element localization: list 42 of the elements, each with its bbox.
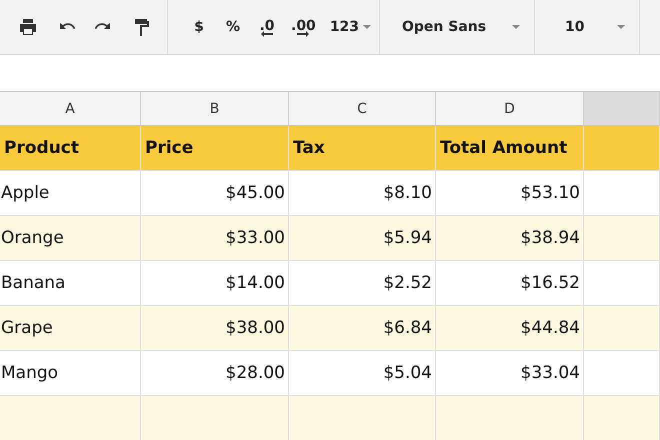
table-cell: $28.00 [141,351,289,396]
table-cell: $2.52 [289,261,436,306]
caret-icon [363,25,372,29]
table-cell: Grape [0,306,141,351]
table-header-cell: Price [141,126,289,171]
arrow-icon [261,30,273,36]
table-header-cell: Product [0,126,141,171]
table-cell: $53.10 [436,171,584,216]
column-header[interactable]: B [141,92,289,126]
table-header-cell: Tax [289,126,436,171]
table-cell: $33.04 [436,351,584,396]
format-button[interactable]: % [218,15,248,39]
font-size-dropdown[interactable]: 10 [535,0,640,54]
table-cell: $45.00 [141,171,289,216]
table-cell: $8.10 [289,171,436,216]
table-cell: $6.84 [289,306,436,351]
caret-icon [512,25,520,29]
decimal-button[interactable]: .0 [252,14,282,40]
table-cell: $5.04 [289,351,436,396]
column-header[interactable]: A [0,92,141,126]
table-cell: $44.84 [436,306,584,351]
format-button[interactable]: $ [184,15,214,39]
paint-roller-icon[interactable] [132,17,152,37]
decimal-button[interactable]: .00 [286,14,321,40]
table-cell: $14.00 [141,261,289,306]
table-header-cell: Total Amount [436,126,584,171]
table-cell: $33.00 [141,216,289,261]
table-cell: Banana [0,261,141,306]
arrow-icon [297,30,310,36]
print-icon[interactable] [18,17,38,37]
table-cell: Mango [0,351,141,396]
table-cell: Orange [0,216,141,261]
font-dropdown[interactable]: Open Sans [380,0,535,54]
table-cell: $16.52 [436,261,584,306]
number-format-dropdown[interactable]: 123 [324,15,376,39]
caret-icon [617,25,625,29]
column-header[interactable]: D [436,92,584,126]
table-cell: $38.94 [436,216,584,261]
table-cell: $38.00 [141,306,289,351]
table-cell: Apple [0,171,141,216]
column-header[interactable]: C [289,92,436,126]
table-cell: $5.94 [289,216,436,261]
